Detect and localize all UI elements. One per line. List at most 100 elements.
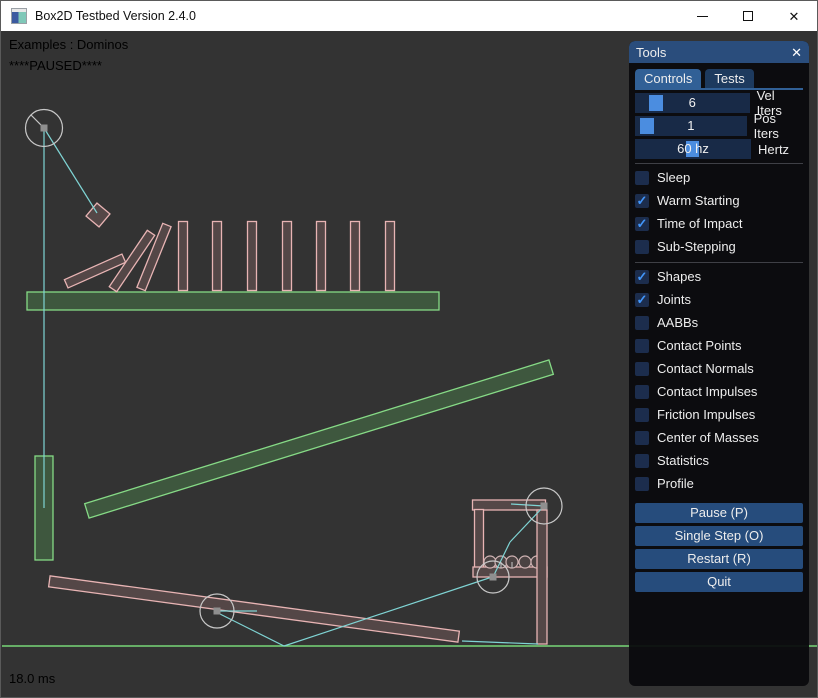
checkbox-row-center-of-masses[interactable]: Center of Masses [635,426,803,449]
app-window: Box2D Testbed Version 2.4.0 ✕ Examples :… [0,0,818,698]
slider-value: 60 hz [635,139,751,159]
checkbox-group-sim: Sleep ✓ Warm Starting ✓ Time of Impact Sub-St… [635,166,803,258]
slider-label: Hertz [758,142,789,157]
tools-panel-header[interactable]: Tools ✕ [629,41,809,63]
panel-close-icon[interactable]: ✕ [791,46,802,59]
minimize-icon [697,16,708,17]
slider-track[interactable]: 6 [635,93,750,113]
pause-p-button[interactable]: Pause (P) [635,503,803,523]
standing-domino [283,222,292,291]
tab-bar: ControlsTests [635,69,803,90]
example-label: Examples : Dominos [9,37,128,52]
tools-panel: Tools ✕ ControlsTests 6Vel Iters1Pos Ite… [629,41,809,686]
checkbox[interactable] [635,362,649,376]
tab-controls[interactable]: Controls [635,69,701,88]
checkbox-row-aabbs[interactable]: AABBs [635,311,803,334]
slider-track[interactable]: 1 [635,116,747,136]
checkbox-row-warm-starting[interactable]: ✓ Warm Starting [635,189,803,212]
titlebar: Box2D Testbed Version 2.4.0 ✕ [1,1,817,31]
checkbox-row-time-of-impact[interactable]: ✓ Time of Impact [635,212,803,235]
checkbox[interactable] [635,240,649,254]
checkbox-row-contact-points[interactable]: Contact Points [635,334,803,357]
checkbox-row-friction-impulses[interactable]: Friction Impulses [635,403,803,426]
slider-row-vel-iters: 6Vel Iters [635,93,803,113]
checkmark-icon: ✓ [637,194,648,207]
checkbox-row-joints[interactable]: ✓ Joints [635,288,803,311]
checkbox-label: Sleep [657,170,690,185]
green-beam [85,360,554,518]
checkbox-label: Friction Impulses [657,407,755,422]
standing-domino [351,222,360,291]
checkbox[interactable]: ✓ [635,293,649,307]
paused-label: ****PAUSED**** [9,58,102,73]
checkbox[interactable]: ✓ [635,217,649,231]
pivot-circle-frame-low-center-marker [490,574,497,581]
checkbox-group-draw: ✓ Shapes ✓ Joints AABBs Contact Points Contact… [635,265,803,495]
checkbox[interactable] [635,171,649,185]
checkbox[interactable] [635,477,649,491]
checkbox-row-statistics[interactable]: Statistics [635,449,803,472]
checkbox-label: Shapes [657,269,701,284]
checkbox-label: AABBs [657,315,698,330]
restart-r-button[interactable]: Restart (R) [635,549,803,569]
close-icon: ✕ [789,10,800,23]
checkmark-icon: ✓ [637,293,648,306]
single-step-o-button[interactable]: Single Step (O) [635,526,803,546]
standing-domino [317,222,326,291]
checkbox[interactable]: ✓ [635,270,649,284]
checkbox[interactable] [635,316,649,330]
checkbox-label: Center of Masses [657,430,759,445]
standing-domino [179,222,188,291]
separator [635,262,803,263]
checkbox-label: Warm Starting [657,193,740,208]
checkbox-row-sleep[interactable]: Sleep [635,166,803,189]
checkbox-label: Time of Impact [657,216,742,231]
green-platform [27,292,439,310]
maximize-button[interactable] [725,1,771,31]
checkbox[interactable] [635,408,649,422]
checkbox[interactable] [635,431,649,445]
checkbox-row-sub-stepping[interactable]: Sub-Stepping [635,235,803,258]
tab-tests[interactable]: Tests [705,69,753,88]
slider-label: Pos Iters [754,111,803,141]
pivot-circle-topleft-center-marker [41,125,48,132]
minimize-button[interactable] [679,1,725,31]
checkbox-row-contact-impulses[interactable]: Contact Impulses [635,380,803,403]
tools-panel-title: Tools [636,45,666,60]
checkbox[interactable] [635,385,649,399]
checkbox-label: Sub-Stepping [657,239,736,254]
checkbox[interactable] [635,454,649,468]
checkbox-label: Contact Points [657,338,742,353]
checkbox-row-shapes[interactable]: ✓ Shapes [635,265,803,288]
slider-row-pos-iters: 1Pos Iters [635,116,803,136]
caption-buttons: ✕ [679,1,817,31]
checkbox[interactable]: ✓ [635,194,649,208]
app-icon [11,8,27,24]
tools-panel-body: ControlsTests 6Vel Iters1Pos Iters60 hzH… [629,63,809,598]
checkbox-label: Statistics [657,453,709,468]
maximize-icon [743,11,753,21]
close-button[interactable]: ✕ [771,1,817,31]
pendulum-box [86,203,110,227]
frame-left-post [475,510,484,569]
separator [635,163,803,164]
checkbox-row-contact-normals[interactable]: Contact Normals [635,357,803,380]
ball [519,556,531,568]
fallen-domino [137,223,171,290]
button-group: Pause (P) Single Step (O) Restart (R) Quit [635,503,803,592]
checkmark-icon: ✓ [637,270,648,283]
frame-time-label: 18.0 ms [9,671,55,686]
joint-line [462,641,538,644]
quit-button[interactable]: Quit [635,572,803,592]
slider-value: 6 [635,93,750,113]
checkbox-row-profile[interactable]: Profile [635,472,803,495]
checkbox[interactable] [635,339,649,353]
checkmark-icon: ✓ [637,217,648,230]
checkbox-label: Joints [657,292,691,307]
slider-track[interactable]: 60 hz [635,139,751,159]
window-title: Box2D Testbed Version 2.4.0 [35,9,196,23]
joint-line [44,128,97,213]
ball [484,556,496,568]
standing-domino [213,222,222,291]
checkbox-label: Contact Impulses [657,384,757,399]
